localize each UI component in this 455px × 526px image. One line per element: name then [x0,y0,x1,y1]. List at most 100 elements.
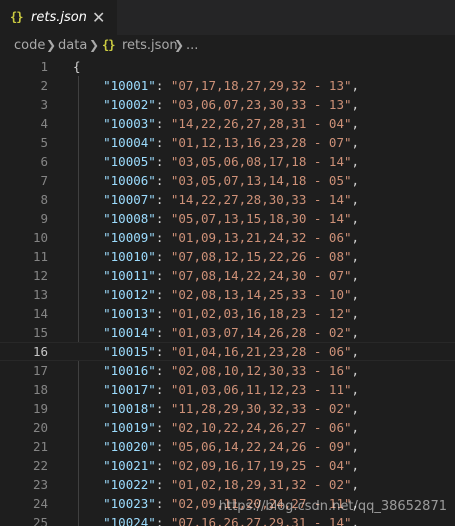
code-text: "10004": "01,12,13,16,23,28 - 07", [103,135,360,150]
json-value: 14,22,26,27,28,31 - 04 [178,116,344,131]
code-line[interactable]: 14 "10013": "01,02,03,16,18,23 - 12", [0,304,455,323]
code-line[interactable]: 25 "10024": "07,16,26,27,29,31 - 14", [0,513,455,526]
json-value: 01,02,18,29,31,32 - 02 [178,477,344,492]
line-number: 16 [32,344,48,359]
line-number: 9 [40,211,48,226]
json-file-icon: {} [10,10,23,24]
code-text: "10010": "07,08,12,15,22,26 - 08", [103,249,360,264]
code-line[interactable]: 18 "10017": "01,03,06,11,12,23 - 11", [0,380,455,399]
json-value: 01,04,16,21,23,28 - 06 [178,344,344,359]
code-line[interactable]: 10 "10009": "01,09,13,21,24,32 - 06", [0,228,455,247]
code-text: "10016": "02,08,10,12,30,33 - 16", [103,363,360,378]
json-key: 10002 [110,97,149,112]
json-value: 02,08,10,12,30,33 - 16 [178,363,344,378]
code-line[interactable]: 12 "10011": "07,08,14,22,24,30 - 07", [0,266,455,285]
line-number: 7 [40,173,48,188]
json-value: 05,07,13,15,18,30 - 14 [178,211,344,226]
code-line[interactable]: 20 "10019": "02,10,22,24,26,27 - 06", [0,418,455,437]
line-number: 21 [32,439,48,454]
code-text: "10001": "07,17,18,27,29,32 - 13", [103,78,360,93]
code-line[interactable]: 13 "10012": "02,08,13,14,25,33 - 10", [0,285,455,304]
code-line[interactable]: 19 "10018": "11,28,29,30,32,33 - 02", [0,399,455,418]
watermark: https://blog.csdn.net/qq_38652871 [218,499,447,514]
code-line[interactable]: 2 "10001": "07,17,18,27,29,32 - 13", [0,76,455,95]
code-editor[interactable]: 1{2 "10001": "07,17,18,27,29,32 - 13", 3 … [0,57,455,526]
code-text: "10024": "07,16,26,27,29,31 - 14", [73,513,359,526]
code-text: "10022": "01,02,18,29,31,32 - 02", [103,477,360,492]
code-text: "10002": "03,06,07,23,30,33 - 13", [103,97,360,112]
code-line[interactable]: 23 "10022": "01,02,18,29,31,32 - 02", [0,475,455,494]
breadcrumb-item-data[interactable]: data [58,38,87,53]
json-key: 10005 [110,154,149,169]
json-key: 10020 [110,439,149,454]
code-line[interactable]: 4 "10003": "14,22,26,27,28,31 - 04", [0,114,455,133]
json-value: 14,22,27,28,30,33 - 14 [178,192,344,207]
code-line[interactable]: 16 "10015": "01,04,16,21,23,28 - 06", [0,342,455,361]
code-line[interactable]: 1{ [0,57,455,76]
code-text: "10008": "05,07,13,15,18,30 - 14", [103,211,360,226]
code-line[interactable]: 3 "10002": "03,06,07,23,30,33 - 13", [0,95,455,114]
json-key: 10018 [110,401,149,416]
line-number: 10 [32,230,48,245]
line-number: 24 [32,496,48,511]
tab-rets-json[interactable]: {} rets.json ✕ [0,0,117,35]
chevron-right-icon: ❯ [174,38,185,52]
code-line[interactable]: 11 "10010": "07,08,12,15,22,26 - 08", [0,247,455,266]
json-value: 02,08,13,14,25,33 - 10 [178,287,344,302]
line-number: 14 [32,306,48,321]
json-value: 03,05,06,08,17,18 - 14 [178,154,344,169]
breadcrumb-item-code[interactable]: code [14,38,45,53]
line-number: 15 [32,325,48,340]
line-number: 4 [40,116,48,131]
line-number: 3 [40,97,48,112]
code-text: "10006": "03,05,07,13,14,18 - 05", [103,173,360,188]
code-text: "10009": "01,09,13,21,24,32 - 06", [103,230,360,245]
code-line[interactable]: 6 "10005": "03,05,06,08,17,18 - 14", [0,152,455,171]
code-line[interactable]: 15 "10014": "01,03,07,14,26,28 - 02", [0,323,455,342]
json-key: 10013 [110,306,149,321]
code-text: "10011": "07,08,14,22,24,30 - 07", [103,268,360,283]
line-number: 12 [32,268,48,283]
breadcrumb: code ❯ data ❯ {} rets.json ❯ ... [0,35,455,57]
code-text: "10007": "14,22,27,28,30,33 - 14", [103,192,360,207]
code-line[interactable]: 22 "10021": "02,09,16,17,19,25 - 04", [0,456,455,475]
json-key: 10004 [110,135,149,150]
code-text: "10015": "01,04,16,21,23,28 - 06", [103,344,360,359]
line-number: 19 [32,401,48,416]
breadcrumb-item-file[interactable]: rets.json [122,38,178,53]
json-key: 10016 [110,363,149,378]
json-value: 11,28,29,30,32,33 - 02 [178,401,344,416]
breadcrumb-item-symbol[interactable]: ... [186,38,198,53]
line-number: 18 [32,382,48,397]
code-text: "10012": "02,08,13,14,25,33 - 10", [103,287,360,302]
line-number: 6 [40,154,48,169]
json-value: 01,02,03,16,18,23 - 12 [178,306,344,321]
json-key: 10017 [110,382,149,397]
json-key: 10009 [110,230,149,245]
code-text: "10020": "05,06,14,22,24,26 - 09", [103,439,360,454]
json-key: 10024 [110,515,149,526]
json-value: 01,09,13,21,24,32 - 06 [178,230,344,245]
json-key: 10008 [110,211,149,226]
tab-label: rets.json [31,10,87,25]
code-line[interactable]: 21 "10020": "05,06,14,22,24,26 - 09", [0,437,455,456]
code-line[interactable]: 5 "10004": "01,12,13,16,23,28 - 07", [0,133,455,152]
line-number: 22 [32,458,48,473]
json-value: 07,08,14,22,24,30 - 07 [178,268,344,283]
json-key: 10014 [110,325,149,340]
json-key: 10015 [110,344,149,359]
code-text: "10013": "01,02,03,16,18,23 - 12", [103,306,360,321]
json-value: 02,10,22,24,26,27 - 06 [178,420,344,435]
close-icon[interactable]: ✕ [92,8,105,27]
code-line[interactable]: 17 "10016": "02,08,10,12,30,33 - 16", [0,361,455,380]
chevron-right-icon: ❯ [89,38,100,52]
code-line[interactable]: 9 "10008": "05,07,13,15,18,30 - 14", [0,209,455,228]
json-file-icon: {} [102,38,115,52]
code-line[interactable]: 7 "10006": "03,05,07,13,14,18 - 05", [0,171,455,190]
code-line[interactable]: 8 "10007": "14,22,27,28,30,33 - 14", [0,190,455,209]
code-text: "10017": "01,03,06,11,12,23 - 11", [103,382,360,397]
line-number: 5 [40,135,48,150]
json-key: 10007 [110,192,149,207]
line-number: 2 [40,78,48,93]
line-number: 11 [32,249,48,264]
